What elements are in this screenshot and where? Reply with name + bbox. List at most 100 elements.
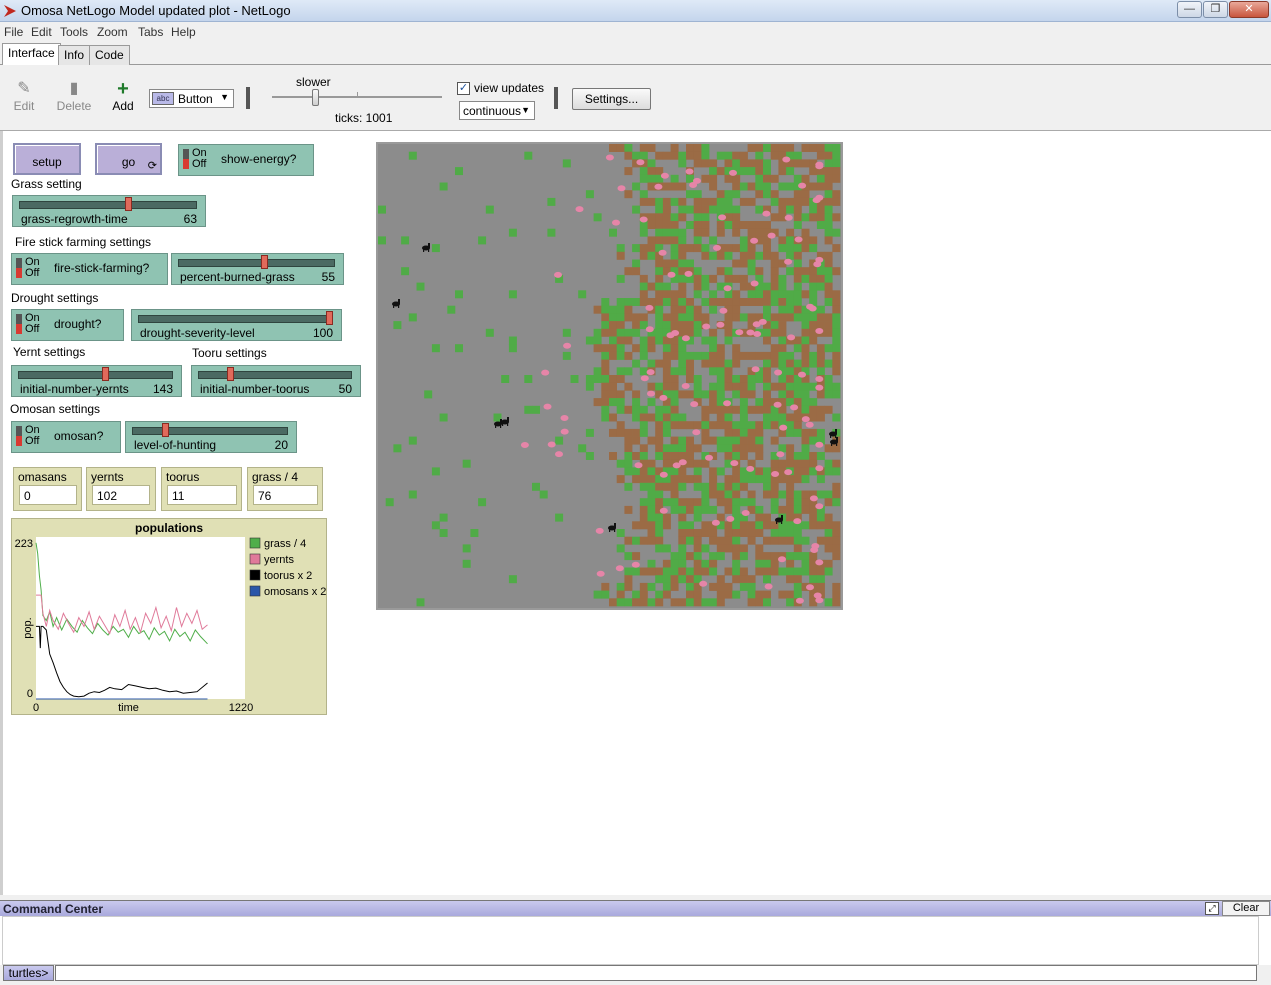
patch <box>801 405 810 414</box>
patch <box>786 375 795 383</box>
tab-interface[interactable]: Interface <box>2 43 61 66</box>
world-view[interactable] <box>376 142 843 610</box>
go-button[interactable]: go ⟳ <box>95 143 162 175</box>
patch <box>816 390 825 399</box>
maximize-icon[interactable]: ❐ <box>1203 1 1228 18</box>
delete-button[interactable]: ▮ Delete <box>54 79 94 113</box>
slider-thumb[interactable] <box>227 367 234 381</box>
clear-button[interactable]: Clear <box>1222 901 1270 916</box>
drought-switch[interactable]: On Off drought? <box>11 309 124 341</box>
menu-edit[interactable]: Edit <box>31 25 52 39</box>
slider-thumb[interactable] <box>162 423 169 437</box>
patch <box>709 351 718 360</box>
slider-thumb[interactable] <box>326 311 333 325</box>
patch <box>693 467 702 476</box>
initial-yernts-slider[interactable]: initial-number-yernts 143 <box>11 365 182 397</box>
menu-file[interactable]: File <box>4 25 23 39</box>
interface-scrollbar[interactable] <box>1262 131 1271 891</box>
patch <box>786 167 795 176</box>
slider-track <box>178 259 335 267</box>
tab-info[interactable]: Info <box>58 45 91 65</box>
patch <box>778 351 787 360</box>
edit-button[interactable]: ✎ Edit <box>4 79 44 113</box>
patch <box>755 598 764 607</box>
patch <box>693 375 702 383</box>
switch-handle <box>183 149 189 169</box>
patch <box>809 290 818 299</box>
drought-severity-slider[interactable]: drought-severity-level 100 <box>131 309 342 341</box>
widget-type-dropdown[interactable]: abc Button ▼ <box>149 89 234 108</box>
patch <box>693 328 702 337</box>
slider-name: level-of-hunting <box>134 438 217 452</box>
patch <box>786 529 795 537</box>
patch <box>609 598 617 607</box>
patch <box>693 159 702 168</box>
patch <box>662 259 671 268</box>
patch <box>732 467 741 476</box>
patch <box>609 305 617 314</box>
patch <box>732 575 741 584</box>
slider-thumb[interactable] <box>261 255 268 269</box>
patch <box>485 205 494 214</box>
speed-slider-thumb[interactable] <box>312 89 319 106</box>
patch <box>616 375 625 383</box>
update-mode-dropdown[interactable]: continuous ▼ <box>459 101 535 120</box>
add-button[interactable]: + Add <box>103 79 143 113</box>
patch <box>439 529 448 537</box>
patch <box>732 244 741 253</box>
command-output-area[interactable] <box>2 916 1259 965</box>
patch <box>801 197 810 206</box>
show-energy-switch[interactable]: On Off show-energy? <box>178 144 314 176</box>
yernt-agent <box>705 454 713 461</box>
patch <box>763 575 771 584</box>
patch <box>647 467 656 476</box>
patch <box>724 298 733 306</box>
level-of-hunting-slider[interactable]: level-of-hunting 20 <box>125 421 297 453</box>
patch <box>701 421 710 430</box>
patch <box>662 375 671 383</box>
menu-zoom[interactable]: Zoom <box>97 25 128 39</box>
minimize-icon[interactable]: — <box>1177 1 1202 18</box>
initial-toorus-slider[interactable]: initial-number-toorus 50 <box>191 365 361 397</box>
patch <box>639 467 648 476</box>
patch <box>639 582 648 591</box>
patch <box>701 174 710 183</box>
yernt-agent <box>555 451 563 458</box>
menu-tools[interactable]: Tools <box>60 25 88 39</box>
patch <box>732 221 741 229</box>
patch <box>701 529 710 537</box>
tab-code[interactable]: Code <box>89 45 130 65</box>
view-updates-checkbox[interactable]: ✓ <box>457 82 470 95</box>
expand-icon[interactable]: ⤢ <box>1205 902 1219 915</box>
patch <box>662 359 671 368</box>
percent-burned-slider[interactable]: percent-burned-grass 55 <box>171 253 344 285</box>
menu-help[interactable]: Help <box>171 25 196 39</box>
tooru-agent <box>608 523 616 532</box>
slider-thumb[interactable] <box>102 367 109 381</box>
patch <box>670 490 679 499</box>
patch <box>616 305 625 314</box>
patch <box>770 313 779 322</box>
slider-thumb[interactable] <box>125 197 132 211</box>
patch <box>670 197 679 206</box>
command-input[interactable] <box>55 965 1257 981</box>
menu-tabs[interactable]: Tabs <box>138 25 163 39</box>
patch <box>716 282 725 291</box>
patch <box>670 251 679 260</box>
close-icon[interactable]: ✕ <box>1229 1 1269 18</box>
agent-type-selector[interactable]: turtles> <box>3 965 54 981</box>
patch <box>508 344 517 353</box>
yernt-agent <box>699 580 708 587</box>
patch <box>786 475 795 484</box>
fire-stick-farming-switch[interactable]: On Off fire-stick-farming? <box>11 253 168 285</box>
settings-button[interactable]: Settings... <box>572 88 651 110</box>
patch <box>770 321 779 330</box>
omosan-switch[interactable]: On Off omosan? <box>11 421 121 453</box>
patch <box>716 552 725 561</box>
patch <box>662 151 671 160</box>
setup-button[interactable]: setup <box>13 143 81 175</box>
patch <box>624 444 633 453</box>
patch <box>678 521 687 530</box>
netlogo-app-icon[interactable] <box>3 4 17 18</box>
grass-regrowth-slider[interactable]: grass-regrowth-time 63 <box>12 195 206 227</box>
